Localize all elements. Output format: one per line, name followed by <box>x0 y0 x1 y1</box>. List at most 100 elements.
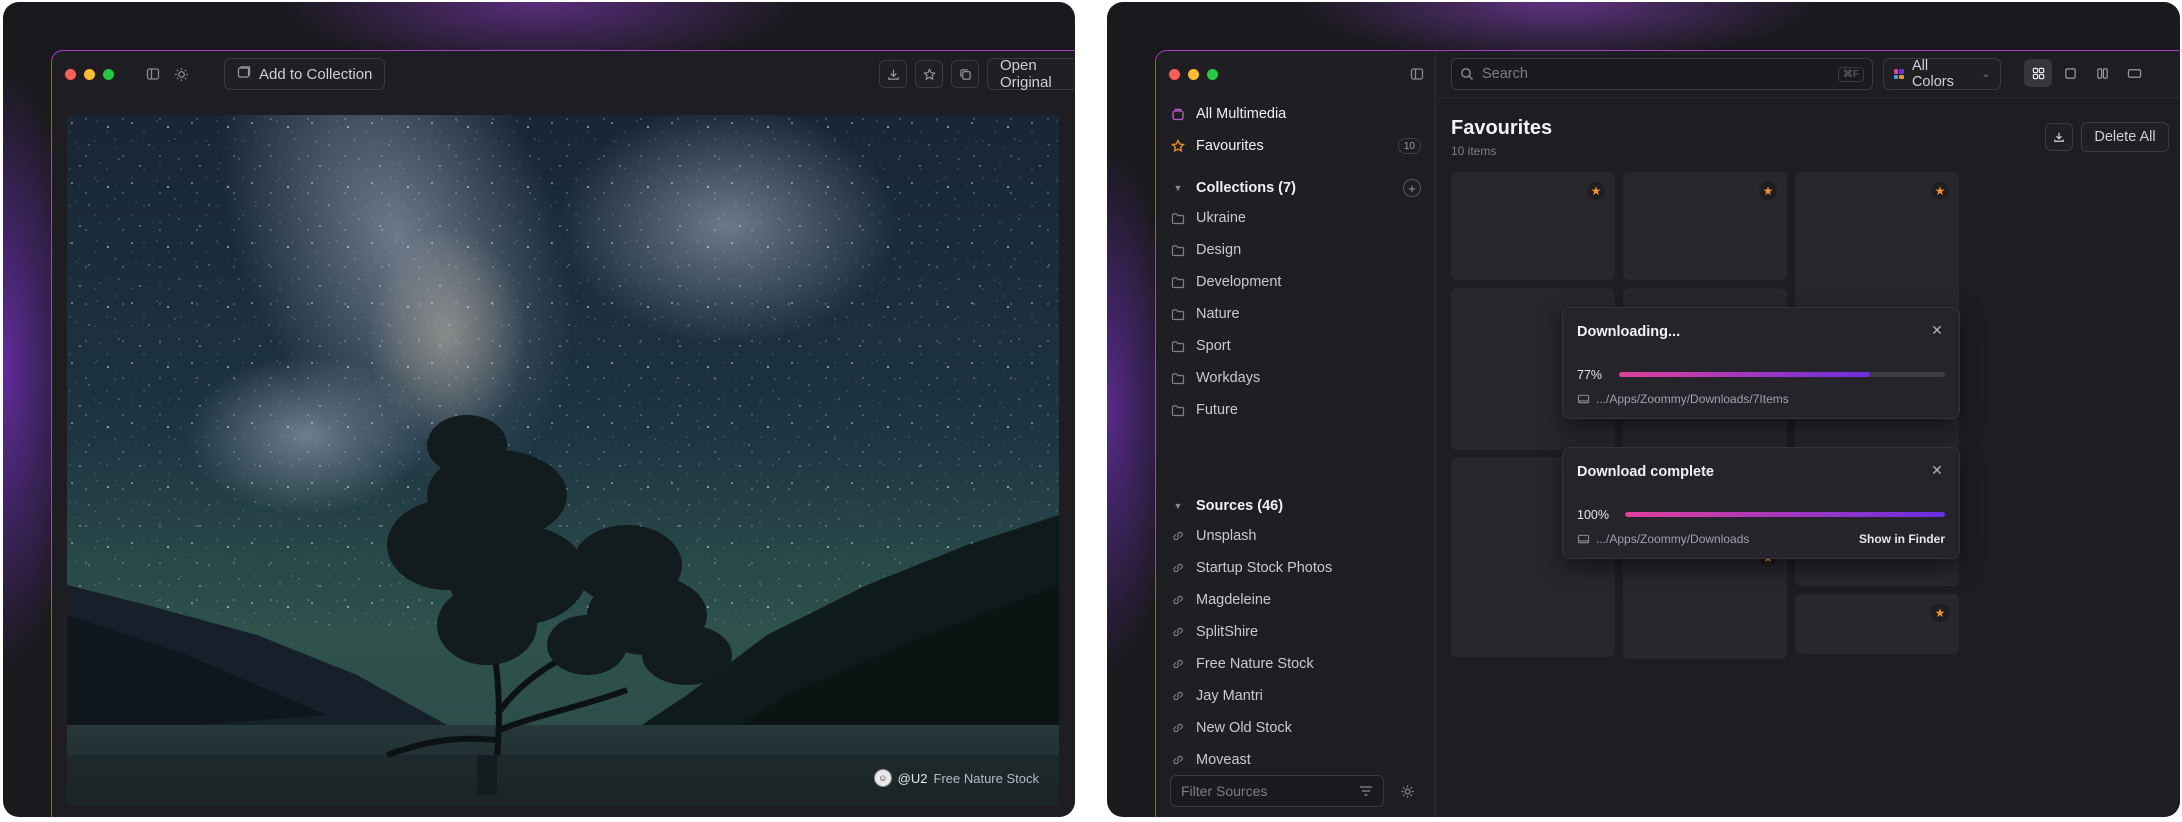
color-filter-dropdown[interactable]: All Colors ⌄ <box>1883 58 2001 90</box>
minimize-window-button[interactable] <box>1188 69 1199 80</box>
sidebar: All Multimedia Favourites 10 ▼ Collectio… <box>1156 51 1436 817</box>
sidebar-item-label: Workdays <box>1196 370 1261 386</box>
media-card[interactable]: ★ <box>1623 172 1787 280</box>
collection-icon <box>237 65 251 83</box>
download-all-button[interactable] <box>2045 123 2073 151</box>
favourites-count-badge: 10 <box>1397 138 1421 154</box>
toolbar-divider <box>1437 97 2180 98</box>
delete-all-button[interactable]: Delete All <box>2081 122 2169 152</box>
add-to-collection-label: Add to Collection <box>259 65 373 83</box>
copy-icon <box>959 68 971 80</box>
sidebar-item-all-multimedia[interactable]: All Multimedia <box>1170 102 1286 126</box>
progress-percent: 100% <box>1577 508 1609 522</box>
copy-button[interactable] <box>951 60 979 88</box>
filter-sources-input[interactable]: Filter Sources <box>1170 775 1384 807</box>
download-button[interactable] <box>879 60 907 88</box>
photo-credit[interactable]: ☺ @U2 Free Nature Stock <box>873 769 1039 787</box>
filter-icon <box>1360 786 1372 796</box>
library-window: All Multimedia Favourites 10 ▼ Collectio… <box>1155 50 2180 817</box>
star-icon <box>922 67 936 80</box>
open-original-button[interactable]: Open Original <box>987 57 1075 91</box>
grid-icon <box>2032 67 2044 79</box>
sidebar-toggle-icon[interactable] <box>1404 61 1430 87</box>
search-placeholder: Search <box>1482 66 1528 82</box>
progress-bar <box>1625 512 1945 517</box>
sidebar-item-collection[interactable]: Ukraine <box>1170 206 1246 230</box>
close-window-button[interactable] <box>65 69 76 80</box>
progress-percent: 77% <box>1577 368 1603 382</box>
single-view-button[interactable] <box>2056 59 2084 87</box>
download-icon <box>887 69 899 80</box>
star-icon <box>1170 138 1186 154</box>
download-path-text: .../Apps/Zoommy/Downloads/7Items <box>1596 392 1789 406</box>
progress-fill <box>1625 512 1945 517</box>
search-input[interactable]: Search ⌘F <box>1451 58 1873 90</box>
sidebar-item-favourites[interactable]: Favourites <box>1170 134 1422 158</box>
sidebar-item-source[interactable]: Unsplash <box>1170 524 1256 548</box>
sidebar-item-source[interactable]: Moveast <box>1170 748 1251 772</box>
sidebar-item-source[interactable]: New Old Stock <box>1170 716 1292 740</box>
show-in-finder-link[interactable]: Show in Finder <box>1859 532 1945 546</box>
color-swatch-icon <box>1894 69 1904 79</box>
author-avatar: ☺ <box>873 769 892 787</box>
sidebar-item-collection[interactable]: Design <box>1170 238 1241 262</box>
sources-header[interactable]: ▼ Sources (46) <box>1170 494 1284 518</box>
sidebar-item-collection[interactable]: Sport <box>1170 334 1231 358</box>
minimize-window-button[interactable] <box>84 69 95 80</box>
grid-view-button[interactable] <box>2024 59 2052 87</box>
favourite-star-icon[interactable]: ★ <box>1759 182 1777 200</box>
favourite-star-icon[interactable]: ★ <box>1587 182 1605 200</box>
brightness-icon[interactable] <box>168 61 194 87</box>
window-controls <box>1169 69 1218 80</box>
columns-view-button[interactable] <box>2088 59 2116 87</box>
sidebar-toggle-icon[interactable] <box>140 61 166 87</box>
folder-icon <box>1170 210 1186 226</box>
disclosure-triangle-icon: ▼ <box>1173 501 1183 511</box>
library-panel: All Multimedia Favourites 10 ▼ Collectio… <box>1107 2 2180 817</box>
close-icon[interactable]: ✕ <box>1929 462 1945 478</box>
sidebar-item-source[interactable]: Free Nature Stock <box>1170 652 1314 676</box>
wide-view-button[interactable] <box>2120 59 2148 87</box>
add-to-collection-button[interactable]: Add to Collection <box>224 58 386 90</box>
toast-title: Downloading... <box>1577 324 1681 340</box>
sidebar-item-collection[interactable]: Future <box>1170 398 1238 422</box>
link-icon <box>1170 592 1186 608</box>
folder-icon <box>1170 242 1186 258</box>
favourite-star-icon[interactable]: ★ <box>1931 604 1949 622</box>
sidebar-item-source[interactable]: Startup Stock Photos <box>1170 556 1332 580</box>
sidebar-item-label: Startup Stock Photos <box>1196 560 1333 576</box>
progress-fill <box>1619 372 1871 377</box>
sidebar-item-source[interactable]: Jay Mantri <box>1170 684 1263 708</box>
download-path: .../Apps/Zoommy/Downloads <box>1577 532 1749 546</box>
sidebar-item-label: Unsplash <box>1196 528 1257 544</box>
add-collection-button[interactable]: + <box>1403 179 1421 197</box>
sidebar-item-label: All Multimedia <box>1196 106 1287 122</box>
sidebar-item-source[interactable]: SplitShire <box>1170 620 1258 644</box>
settings-gear-icon[interactable] <box>1394 778 1420 804</box>
viewer-panel: Add to Collection Open Original ☺ @U2 Fr… <box>3 2 1075 817</box>
photo-preview[interactable]: ☺ @U2 Free Nature Stock <box>67 115 1059 805</box>
sidebar-item-collection[interactable]: Workdays <box>1170 366 1260 390</box>
sidebar-item-label: Magdeleine <box>1196 592 1271 608</box>
favourite-star-icon[interactable]: ★ <box>1931 182 1949 200</box>
zoom-window-button[interactable] <box>103 69 114 80</box>
sidebar-item-collection[interactable]: Nature <box>1170 302 1240 326</box>
media-card[interactable]: ★ <box>1451 172 1615 280</box>
square-icon <box>2064 67 2076 79</box>
folder-icon <box>1170 306 1186 322</box>
close-icon[interactable]: ✕ <box>1929 322 1945 338</box>
collections-header[interactable]: ▼ Collections (7) <box>1170 176 1296 200</box>
sidebar-item-label: Favourites <box>1196 138 1264 154</box>
sidebar-item-collection[interactable]: Development <box>1170 270 1281 294</box>
link-icon <box>1170 656 1186 672</box>
favourite-button[interactable] <box>915 60 943 88</box>
search-icon <box>1461 68 1473 80</box>
media-card[interactable]: ★ <box>1795 594 1959 654</box>
link-icon <box>1170 528 1186 544</box>
download-toast: Downloading... ✕ 77% .../Apps/Zoommy/Dow… <box>1562 307 1960 419</box>
sidebar-item-source[interactable]: Magdeleine <box>1170 588 1271 612</box>
sidebar-item-label: Ukraine <box>1196 210 1246 226</box>
zoom-window-button[interactable] <box>1207 69 1218 80</box>
link-icon <box>1170 688 1186 704</box>
close-window-button[interactable] <box>1169 69 1180 80</box>
